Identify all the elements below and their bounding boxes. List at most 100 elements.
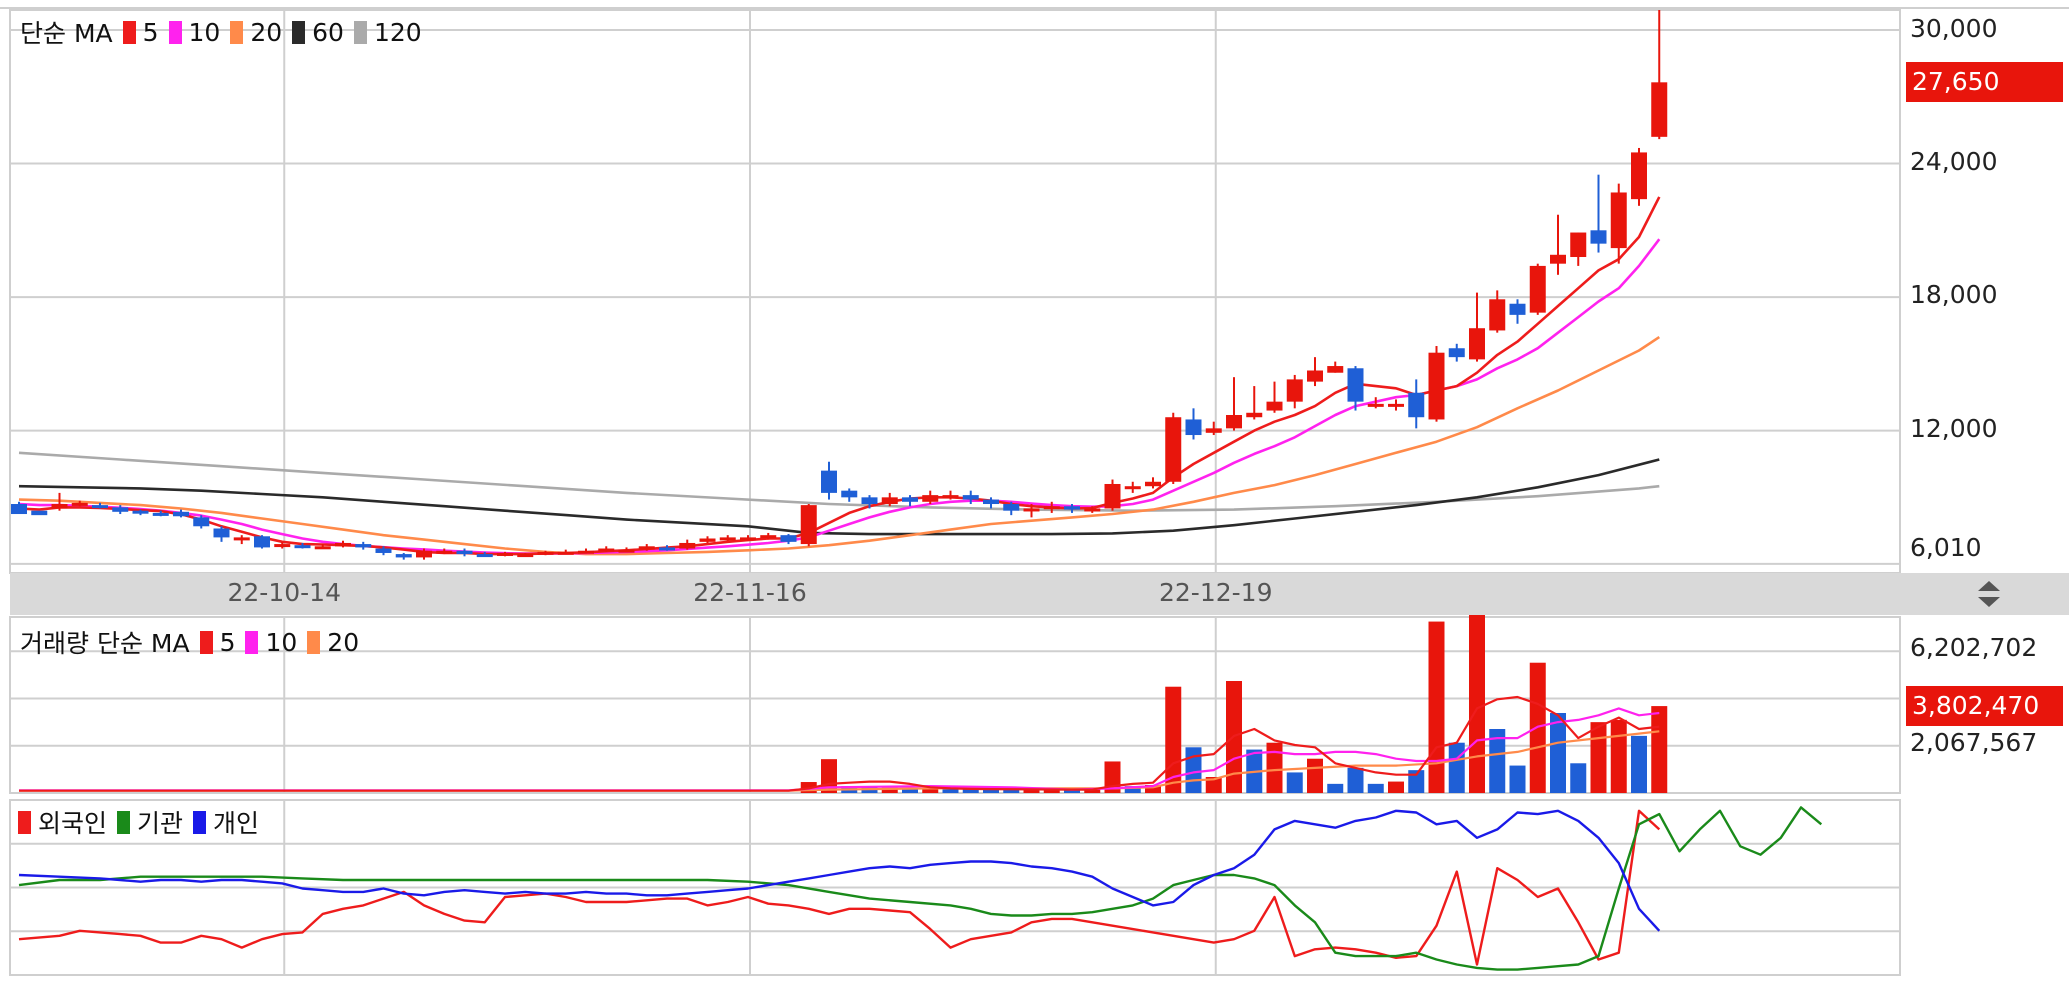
candle-body bbox=[902, 497, 918, 502]
candle-body bbox=[132, 510, 149, 514]
candle-body bbox=[942, 495, 959, 499]
candle-body bbox=[861, 497, 878, 505]
candle-body bbox=[213, 528, 230, 538]
candle-body bbox=[31, 510, 48, 516]
candle-body bbox=[1145, 481, 1161, 487]
volume-ma-legend-label: 20 bbox=[327, 627, 360, 657]
candle-body bbox=[456, 550, 473, 555]
candle-body bbox=[92, 505, 108, 509]
candle-body bbox=[922, 495, 939, 502]
volume-ma-legend-label: 5 bbox=[219, 627, 236, 657]
price-tick-label: 6,010 bbox=[1910, 533, 1982, 562]
candle-body bbox=[1246, 412, 1263, 418]
investor-legend-swatch bbox=[117, 810, 131, 834]
candle-body bbox=[800, 505, 817, 545]
price-ma-120-line bbox=[18, 451, 1660, 512]
date-tick-label: 22-11-16 bbox=[693, 578, 807, 607]
volume-bar bbox=[1347, 767, 1364, 793]
volume-tick-label: 2,067,567 bbox=[1910, 727, 2038, 757]
price-ma-legend-swatch bbox=[168, 20, 182, 44]
candle-body bbox=[335, 542, 351, 547]
candle-body bbox=[780, 535, 797, 542]
stock-chart: 단순 MA 5 10 20 60 120 거래량 단순 MA 5 10 20 외국인 기관 개인… bbox=[0, 0, 2069, 983]
candle-body bbox=[51, 504, 68, 509]
candle-body bbox=[841, 490, 858, 498]
price-ma-legend-label: 120 bbox=[373, 17, 422, 47]
candle-body bbox=[375, 548, 392, 553]
date-tick-label: 22-12-19 bbox=[1159, 578, 1273, 607]
price-tick-label: 18,000 bbox=[1910, 280, 1998, 310]
volume-ma-legend-swatch bbox=[199, 630, 213, 654]
candle-body bbox=[395, 554, 412, 558]
candle-body bbox=[1165, 417, 1182, 482]
candle-body bbox=[821, 470, 837, 493]
price-tick-label: 12,000 bbox=[1910, 413, 1998, 443]
investor-legend: 외국인 기관 개인 bbox=[8, 804, 259, 840]
candle-body bbox=[1388, 403, 1404, 407]
candle-body bbox=[1205, 428, 1222, 433]
candle-body bbox=[517, 554, 534, 558]
current-volume-badge: 3,802,470 bbox=[1906, 686, 2063, 727]
volume-bar bbox=[1509, 765, 1526, 793]
candle-body bbox=[1631, 152, 1647, 200]
price-ma-lines bbox=[18, 196, 1661, 556]
candle-body bbox=[1489, 299, 1506, 331]
resize-handle[interactable] bbox=[1964, 573, 2014, 615]
candle-body bbox=[1266, 401, 1283, 411]
candle-body bbox=[1226, 415, 1242, 429]
volume-bar bbox=[1266, 742, 1283, 793]
price-ma-legend-label: 60 bbox=[312, 17, 344, 47]
price-legend-title: 단순 MA bbox=[20, 19, 113, 48]
candle-body bbox=[152, 512, 169, 516]
investor-legend-swatch bbox=[18, 810, 31, 834]
volume-ma-legend-swatch bbox=[307, 630, 321, 654]
candle-body bbox=[1428, 352, 1445, 420]
candle-body bbox=[1124, 486, 1141, 490]
volume-bar bbox=[1428, 621, 1445, 793]
volume-bar bbox=[1286, 772, 1303, 793]
price-ma-legend-swatch bbox=[292, 20, 306, 44]
candle-body bbox=[1448, 348, 1465, 358]
candle-body bbox=[1529, 265, 1546, 313]
volume-bar bbox=[1367, 783, 1384, 793]
candle-body bbox=[1610, 192, 1627, 249]
price-ma-legend-swatch bbox=[122, 20, 136, 44]
volume-ma-legend: 거래량 단순 MA 5 10 20 bbox=[20, 624, 359, 660]
candle-body bbox=[1550, 254, 1566, 264]
investor-legend-label: 개인 bbox=[213, 809, 260, 838]
volume-bar bbox=[1448, 742, 1465, 793]
candle-body bbox=[254, 536, 270, 548]
price-tick-label: 24,000 bbox=[1910, 146, 1998, 176]
volume-tick-label: 6,202,702 bbox=[1910, 633, 2038, 663]
candle-body bbox=[679, 542, 696, 549]
candle-body bbox=[537, 551, 554, 555]
investor-legend-label: 기관 bbox=[137, 809, 184, 838]
candle-body bbox=[1651, 82, 1668, 137]
volume-bar bbox=[1307, 758, 1323, 793]
price-ma-legend-swatch bbox=[353, 20, 367, 44]
candle-body bbox=[740, 537, 756, 541]
investor-개인-line bbox=[18, 809, 1661, 932]
candle-body bbox=[760, 535, 777, 539]
volume-bar bbox=[1469, 614, 1485, 793]
price-tick-label: 30,000 bbox=[1910, 14, 1998, 43]
volume-bar bbox=[1590, 722, 1607, 793]
candle-body bbox=[416, 550, 432, 558]
chart-frames bbox=[0, 7, 2069, 976]
current-price-badge: 27,650 bbox=[1906, 62, 2063, 103]
candle-body bbox=[699, 538, 716, 542]
candle-body bbox=[1185, 419, 1202, 436]
candle-body bbox=[112, 507, 129, 512]
candle-body bbox=[476, 554, 493, 558]
volume-bar bbox=[1570, 763, 1587, 793]
candle-body bbox=[1104, 483, 1121, 509]
candle-body bbox=[638, 546, 655, 550]
candle-body bbox=[1084, 508, 1101, 512]
price-ma-60-line bbox=[18, 458, 1660, 536]
candle-body bbox=[314, 546, 331, 550]
current-volume-label: 3,802,470 bbox=[1912, 691, 2040, 721]
volume-bar bbox=[1327, 783, 1344, 793]
volume-bar bbox=[1388, 781, 1404, 793]
candle-body bbox=[1286, 379, 1303, 402]
investor-legend-label: 외국인 bbox=[38, 809, 108, 838]
